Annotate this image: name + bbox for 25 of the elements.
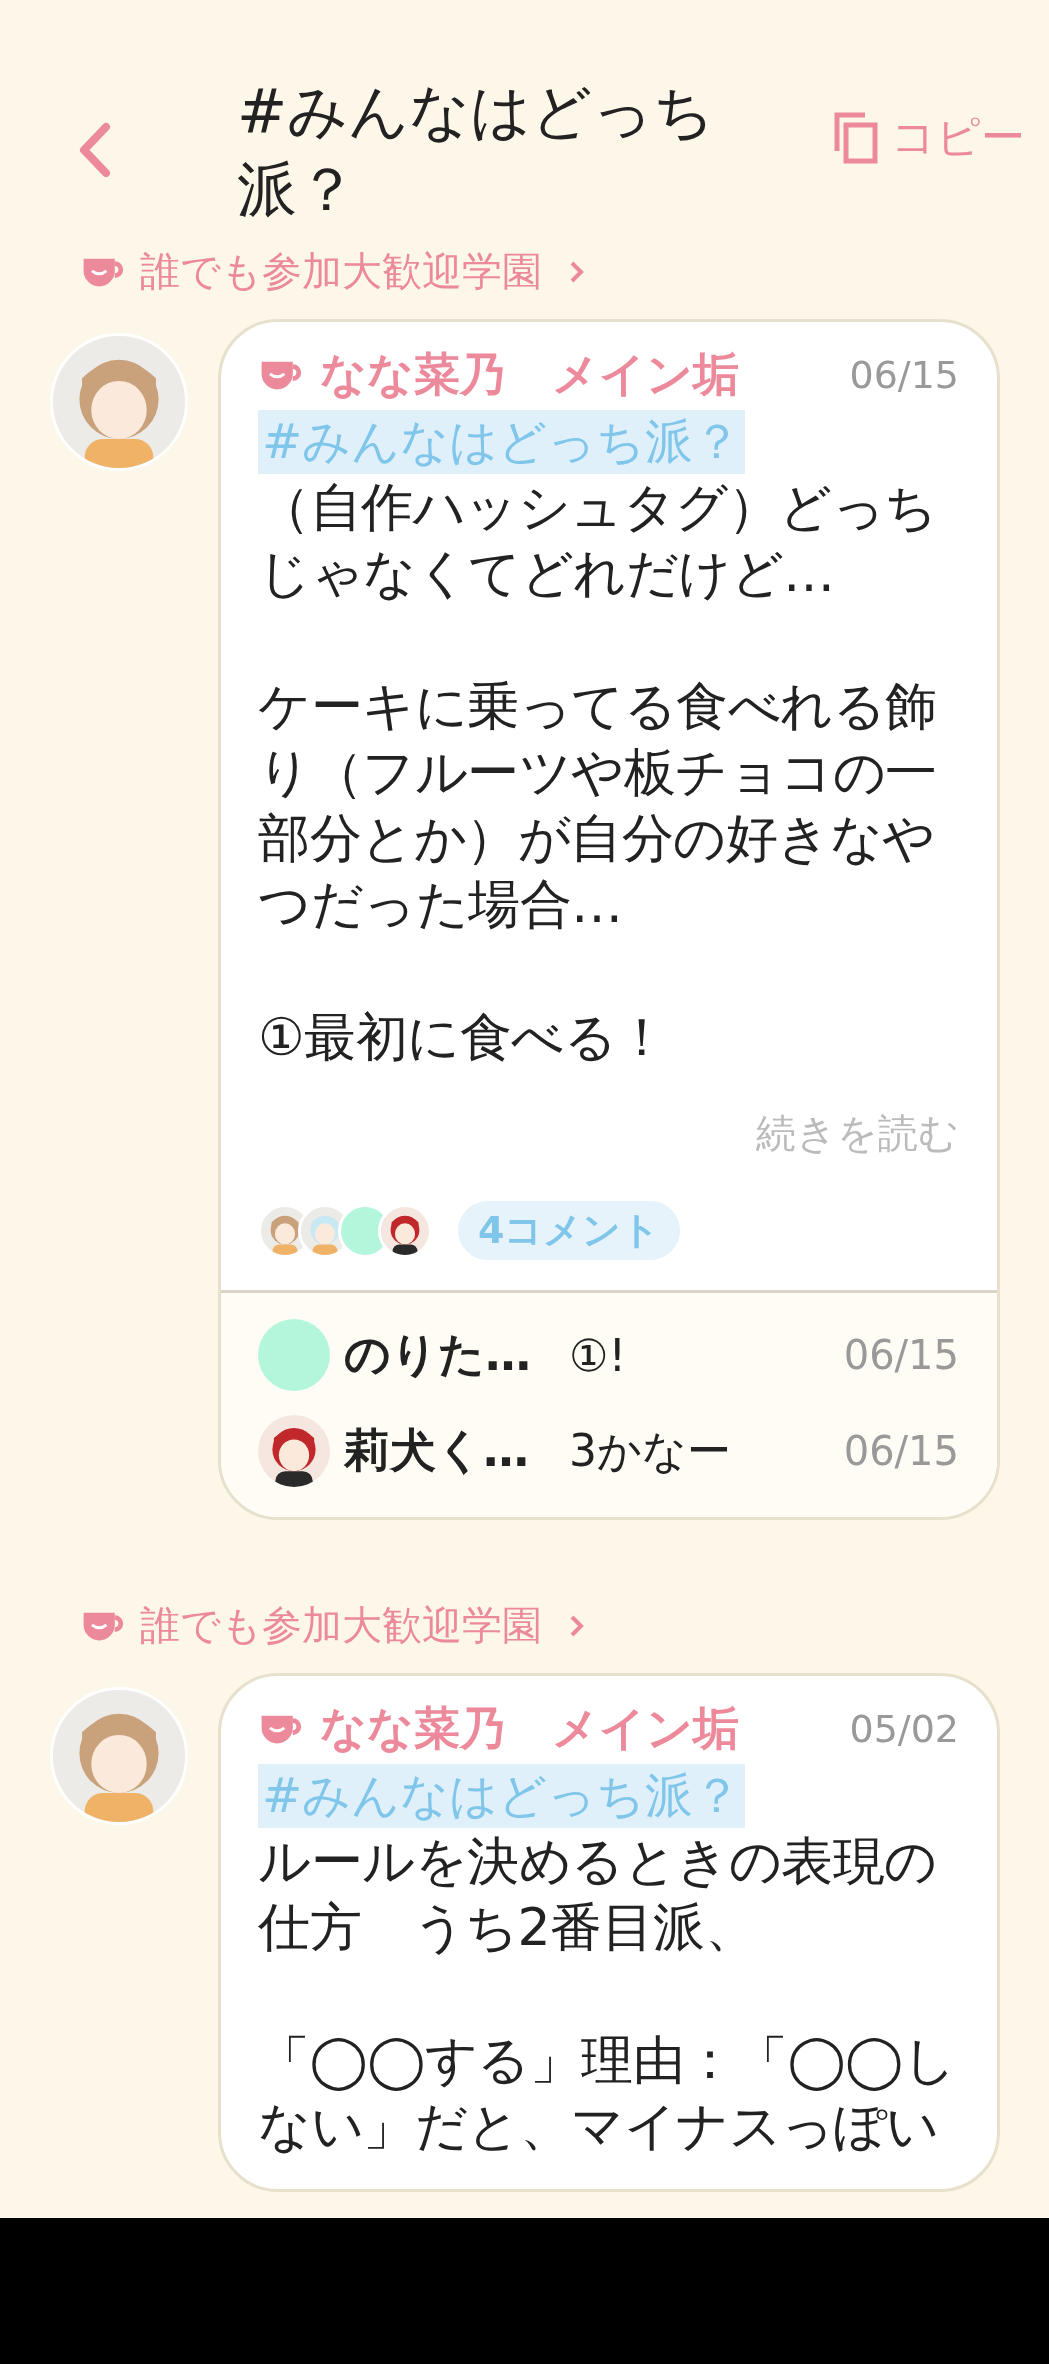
page-title: #みんなはどっち派？ xyxy=(237,75,716,226)
post-card[interactable]: なな菜乃 メイン垢 05/02 #みんなはどっち派？ ルールを決めるときの表現の仕方 うち2番目派、 「◯◯する」理由：「◯◯しない」だと、マイナスっぽい xyxy=(218,1673,1000,2192)
post-date: 05/02 xyxy=(849,1707,959,1751)
post-text: ①最初に食べる！ xyxy=(258,1006,669,1069)
post-text: 「◯◯する」理由：「◯◯しない」だと、マイナスっぽい xyxy=(258,2029,957,2158)
author-name: なな菜乃 メイン垢 xyxy=(320,346,739,403)
commenter-name: 莉犬く… xyxy=(344,1422,530,1479)
post-text: （自作ハッシュタグ）どっちじゃなくてどれだけど… xyxy=(258,476,938,605)
copy-button[interactable]: コピー xyxy=(831,107,1025,167)
author-name: なな菜乃 メイン垢 xyxy=(320,1700,739,1757)
post-text: ケーキに乗ってる食べれる飾り（フルーツや板チョコの一部分とか）が自分の好きなやつだった場合… xyxy=(258,675,938,936)
comment-date: 06/15 xyxy=(843,1428,959,1474)
community-link[interactable]: 誰でも参加大歓迎学園 xyxy=(80,244,588,299)
comment-text: ①! xyxy=(569,1329,627,1381)
comment-date: 06/15 xyxy=(843,1332,959,1378)
community-link[interactable]: 誰でも参加大歓迎学園 xyxy=(80,1598,588,1653)
hashtag-link[interactable]: #みんなはどっち派？ xyxy=(258,1764,746,1828)
read-more-link[interactable]: 続きを読む xyxy=(756,1106,959,1161)
commenter-name: のりた… xyxy=(344,1326,532,1383)
comment-count-badge[interactable]: 4コメント xyxy=(458,1201,681,1260)
comment-text: 3かなー xyxy=(569,1423,731,1478)
post-date: 06/15 xyxy=(849,353,959,397)
post-card[interactable]: なな菜乃 メイン垢 06/15 #みんなはどっち派？ （自作ハッシュタグ）どっちじゃなくてどれだけど… ケーキに乗ってる食べれる飾り（フルーツや板チョコの一部分とか）が自分の好きなやつだった場合… ①最初に食べる！ 続きを読む 4コメント のりた… ①! 06/15 莉犬く… 3かなー 06/15 xyxy=(218,319,1000,1520)
post-text: ルールを決めるときの表現の仕方 うち2番目派、 xyxy=(258,1830,938,1959)
hashtag-link[interactable]: #みんなはどっち派？ xyxy=(258,410,746,474)
